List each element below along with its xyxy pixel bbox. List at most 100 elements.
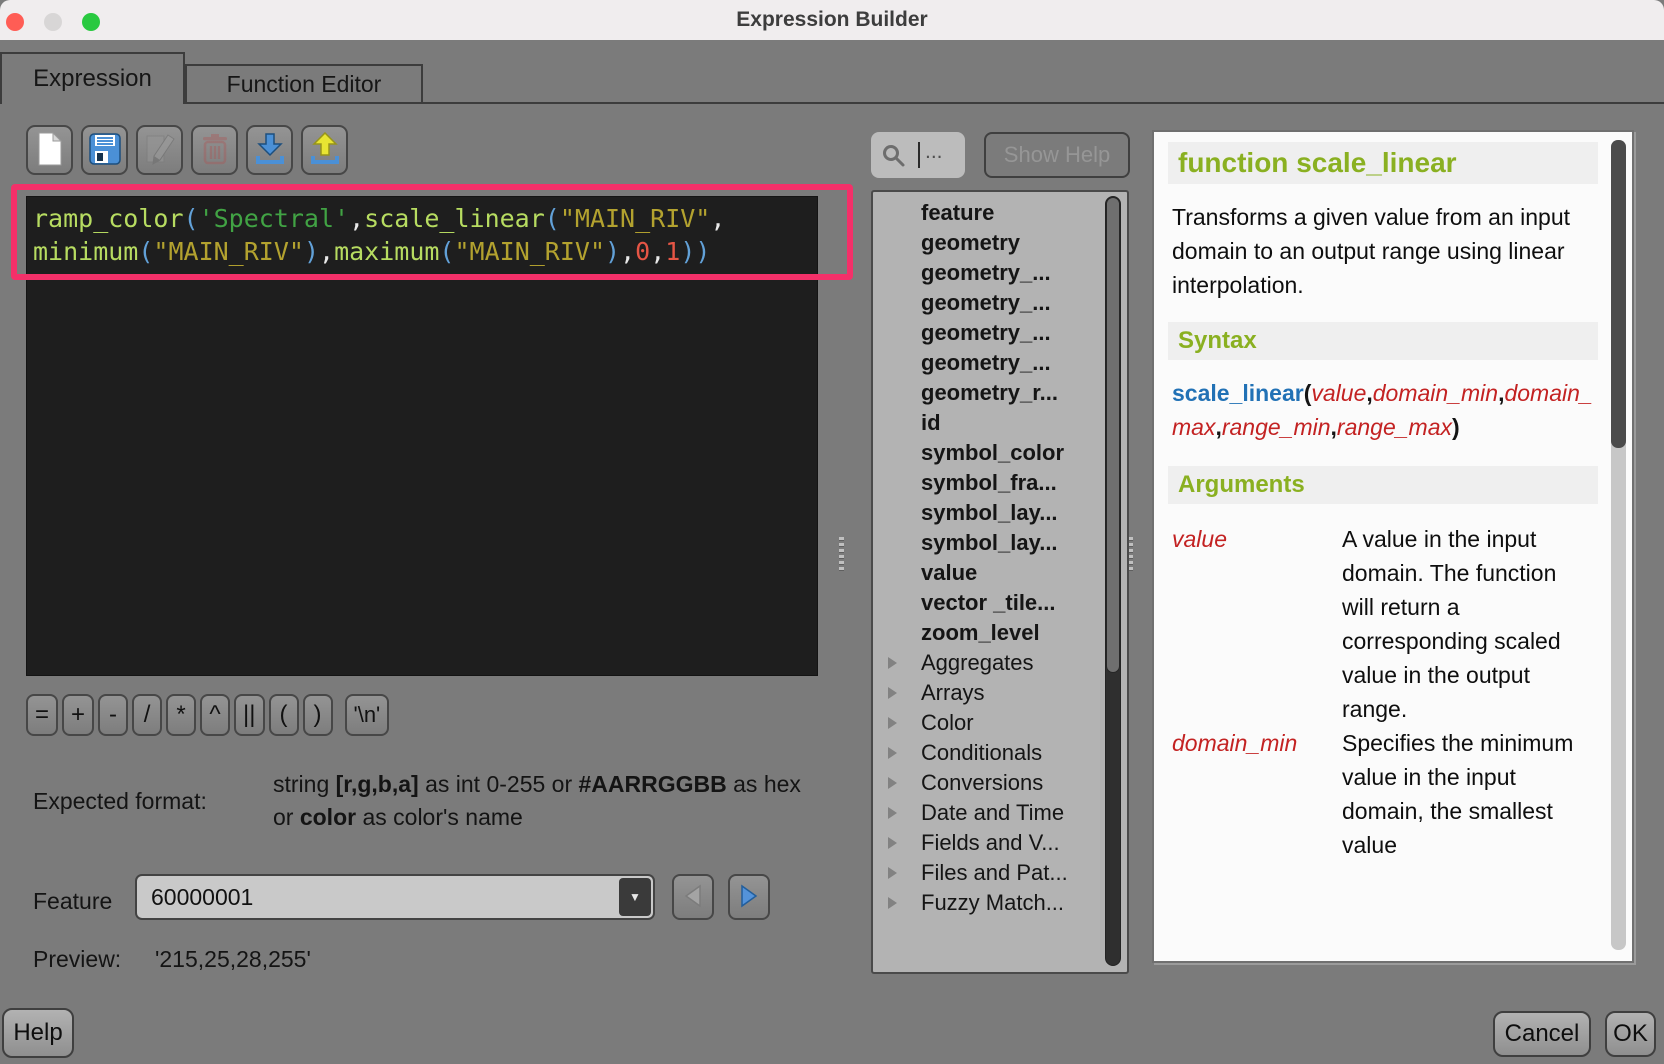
tab-expression[interactable]: Expression (0, 52, 185, 104)
operator-button[interactable]: ( (269, 694, 299, 736)
expand-arrow-icon[interactable] (888, 687, 897, 699)
expand-arrow-icon[interactable] (888, 777, 897, 789)
operator-button[interactable]: + (62, 694, 94, 736)
delete-expression-button[interactable] (191, 125, 238, 175)
import-tray-icon (253, 132, 287, 169)
zoom-window-button[interactable] (82, 13, 100, 31)
function-list-item[interactable]: feature (873, 198, 1127, 228)
function-list-item[interactable]: geometry_... (873, 258, 1127, 288)
expand-arrow-icon[interactable] (888, 867, 897, 879)
function-list-item[interactable]: symbol_lay... (873, 528, 1127, 558)
operator-button[interactable]: || (234, 694, 264, 736)
function-list-item[interactable]: geometry (873, 228, 1127, 258)
argument-name: domain_min (1172, 726, 1342, 862)
blank-page-icon (36, 132, 64, 169)
function-group-item[interactable]: Fuzzy Match... (873, 888, 1127, 918)
operator-button[interactable]: '\n' (345, 694, 390, 736)
import-expressions-button[interactable] (246, 125, 293, 175)
panel-splitter-handle[interactable] (839, 537, 845, 571)
text-cursor (918, 142, 920, 168)
function-list-scrollbar[interactable] (1105, 196, 1121, 966)
function-group-item[interactable]: Fields and V... (873, 828, 1127, 858)
function-item-label: zoom_level (921, 620, 1040, 645)
function-item-label: geometry_... (921, 290, 1051, 315)
expression-code-line: ramp_color('Spectral',scale_linear("MAIN… (33, 202, 811, 235)
close-window-button[interactable] (6, 13, 24, 31)
function-group-item[interactable]: Files and Pat... (873, 858, 1127, 888)
function-list-item[interactable]: geometry_... (873, 348, 1127, 378)
feature-select[interactable]: 60000001 ▼ (135, 874, 655, 920)
function-item-label: symbol_fra... (921, 470, 1057, 495)
minimize-window-button[interactable] (44, 13, 62, 31)
function-list-item[interactable]: symbol_color (873, 438, 1127, 468)
function-group-item[interactable]: Conversions (873, 768, 1127, 798)
help-button[interactable]: Help (2, 1008, 74, 1058)
function-item-label: symbol_lay... (921, 530, 1058, 555)
operator-button[interactable]: - (98, 694, 128, 736)
previous-feature-button[interactable] (672, 874, 714, 920)
help-panel-scrollbar[interactable] (1611, 140, 1626, 950)
function-item-label: Conversions (921, 770, 1043, 795)
edit-expression-button[interactable] (136, 125, 183, 175)
ok-button[interactable]: OK (1605, 1011, 1656, 1057)
operator-button[interactable]: * (166, 694, 196, 736)
function-group-item[interactable]: Conditionals (873, 738, 1127, 768)
function-item-label: Conditionals (921, 740, 1042, 765)
preview-value: '215,25,28,255' (155, 946, 311, 973)
function-item-label: Aggregates (921, 650, 1034, 675)
function-group-item[interactable]: Aggregates (873, 648, 1127, 678)
function-list-item[interactable]: symbol_lay... (873, 498, 1127, 528)
expression-code-line: minimum("MAIN_RIV"),maximum("MAIN_RIV"),… (33, 235, 811, 268)
scrollbar-thumb[interactable] (1106, 197, 1120, 673)
expand-arrow-icon[interactable] (888, 747, 897, 759)
function-item-label: geometry_... (921, 320, 1051, 345)
syntax-signature: scale_linear(value,domain_min,domain_max… (1172, 376, 1596, 444)
next-feature-button[interactable] (728, 874, 770, 920)
feature-label: Feature (33, 888, 112, 915)
floppy-disk-icon (89, 133, 121, 168)
expand-arrow-icon[interactable] (888, 657, 897, 669)
expand-arrow-icon[interactable] (888, 897, 897, 909)
scrollbar-thumb[interactable] (1611, 140, 1626, 448)
function-item-label: Color (921, 710, 974, 735)
expression-editor[interactable]: ramp_color('Spectral',scale_linear("MAIN… (26, 196, 818, 676)
window-title: Expression Builder (736, 8, 927, 32)
function-group-item[interactable]: Arrays (873, 678, 1127, 708)
function-help-panel: function scale_linear Transforms a given… (1152, 130, 1634, 963)
function-list-item[interactable]: symbol_fra... (873, 468, 1127, 498)
cancel-button[interactable]: Cancel (1493, 1011, 1591, 1057)
function-group-item[interactable]: Date and Time (873, 798, 1127, 828)
function-list[interactable]: featuregeometrygeometry_...geometry_...g… (871, 190, 1129, 974)
operator-button[interactable]: / (132, 694, 162, 736)
tab-function-editor[interactable]: Function Editor (185, 64, 423, 104)
operator-button-bar: =+-/*^||() '\n' (26, 694, 389, 736)
expand-arrow-icon[interactable] (888, 837, 897, 849)
save-expression-button[interactable] (81, 125, 128, 175)
function-list-item[interactable]: vector _tile... (873, 588, 1127, 618)
operator-button[interactable]: = (26, 694, 58, 736)
function-item-label: symbol_color (921, 440, 1064, 465)
traffic-lights (6, 13, 100, 31)
operator-button[interactable]: ^ (200, 694, 230, 736)
function-list-item[interactable]: value (873, 558, 1127, 588)
expression-toolbar (26, 125, 348, 175)
function-list-item[interactable]: id (873, 408, 1127, 438)
function-group-item[interactable]: Color (873, 708, 1127, 738)
new-expression-button[interactable] (26, 125, 73, 175)
function-item-label: geometry (921, 230, 1020, 255)
function-item-label: Arrays (921, 680, 985, 705)
show-help-button[interactable]: Show Help (984, 132, 1130, 178)
expand-arrow-icon[interactable] (888, 717, 897, 729)
function-search-input[interactable]: ... (871, 132, 965, 178)
argument-row: valueA value in the input domain. The fu… (1172, 522, 1594, 726)
operator-button[interactable]: ) (303, 694, 333, 736)
dropdown-arrow-icon[interactable]: ▼ (619, 878, 651, 916)
feature-select-value: 60000001 (151, 876, 253, 918)
function-item-label: geometry_... (921, 260, 1051, 285)
function-list-item[interactable]: geometry_r... (873, 378, 1127, 408)
function-list-item[interactable]: geometry_... (873, 288, 1127, 318)
function-list-item[interactable]: geometry_... (873, 318, 1127, 348)
expand-arrow-icon[interactable] (888, 807, 897, 819)
export-expressions-button[interactable] (301, 125, 348, 175)
function-list-item[interactable]: zoom_level (873, 618, 1127, 648)
